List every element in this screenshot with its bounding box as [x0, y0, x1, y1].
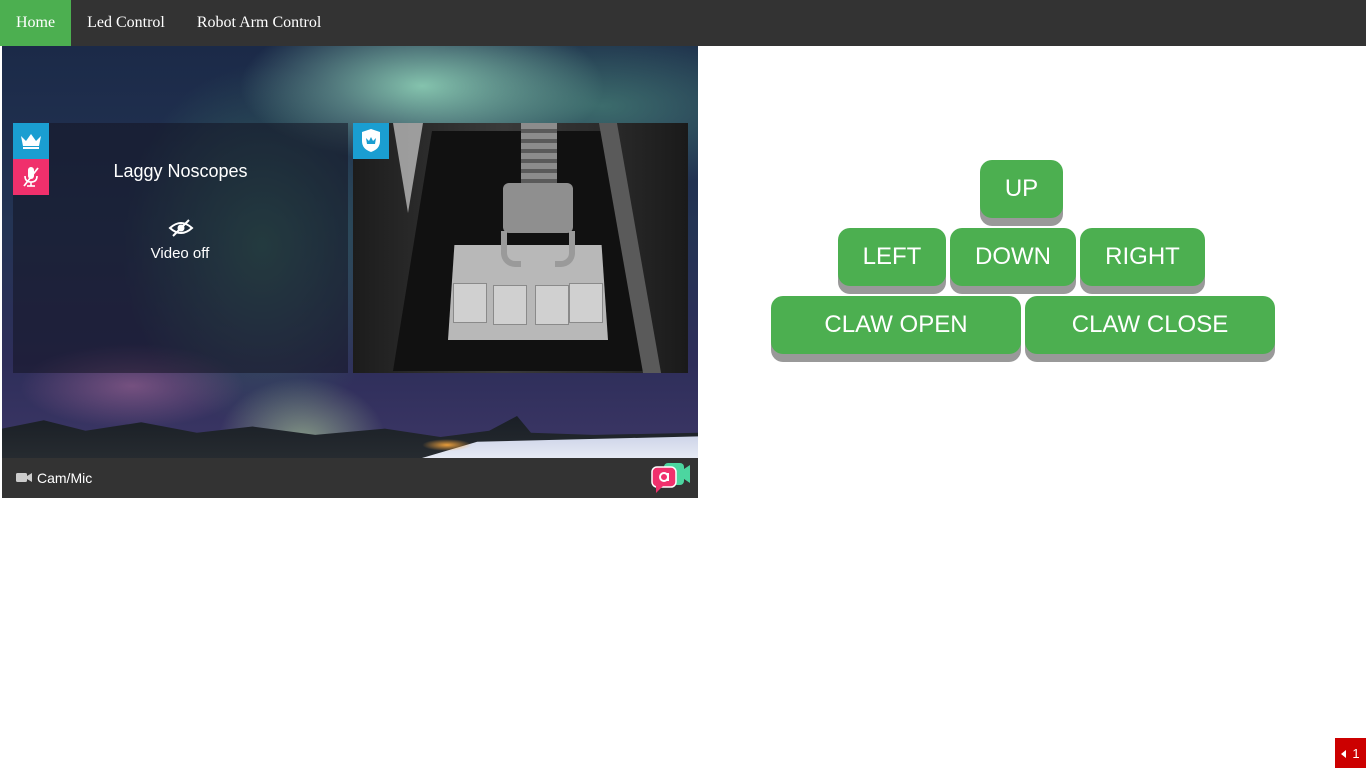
camera-scene-block — [493, 285, 527, 325]
video-camera-icon — [16, 470, 32, 486]
claw-close-button[interactable]: CLAW CLOSE — [1025, 296, 1275, 354]
chat-app-logo[interactable] — [650, 461, 690, 495]
camera-scene-block — [453, 283, 487, 323]
camera-scene-block — [535, 285, 569, 325]
participant-name: Laggy Noscopes — [113, 161, 248, 181]
cam-mic-button[interactable]: Cam/Mic — [16, 470, 92, 486]
nav-robot-arm-control[interactable]: Robot Arm Control — [181, 0, 337, 46]
caret-left-icon — [1341, 746, 1347, 761]
background-lights — [422, 439, 472, 451]
local-participant-tile[interactable]: Laggy Noscopes Video off — [13, 123, 348, 373]
remote-camera-tile[interactable] — [353, 123, 688, 373]
right-button[interactable]: RIGHT — [1080, 228, 1205, 286]
cam-mic-label: Cam/Mic — [37, 470, 93, 486]
down-button[interactable]: DOWN — [950, 228, 1076, 286]
up-button[interactable]: UP — [980, 160, 1063, 218]
shield-icon — [353, 123, 389, 159]
notification-count: 1 — [1352, 745, 1360, 761]
claw-open-button[interactable]: CLAW OPEN — [771, 296, 1021, 354]
nav-home[interactable]: Home — [0, 0, 72, 46]
nav-led-control[interactable]: Led Control — [71, 0, 181, 46]
top-nav: Home Led Control Robot Arm Control — [0, 0, 1366, 46]
video-chat-footer: Cam/Mic — [2, 458, 698, 498]
video-chat-panel: Laggy Noscopes Video off Cam/Mic — [2, 46, 698, 498]
robot-claw-right — [555, 231, 575, 267]
camera-scene-block — [569, 283, 603, 323]
robot-claw-left — [501, 231, 521, 267]
notification-badge[interactable]: 1 — [1335, 738, 1366, 768]
camera-scene-stand — [393, 123, 423, 213]
robot-arm-base — [503, 183, 573, 233]
video-status-text: Video off — [150, 245, 210, 262]
left-button[interactable]: LEFT — [838, 228, 946, 286]
eye-off-icon — [168, 218, 194, 238]
crown-icon — [13, 123, 49, 159]
